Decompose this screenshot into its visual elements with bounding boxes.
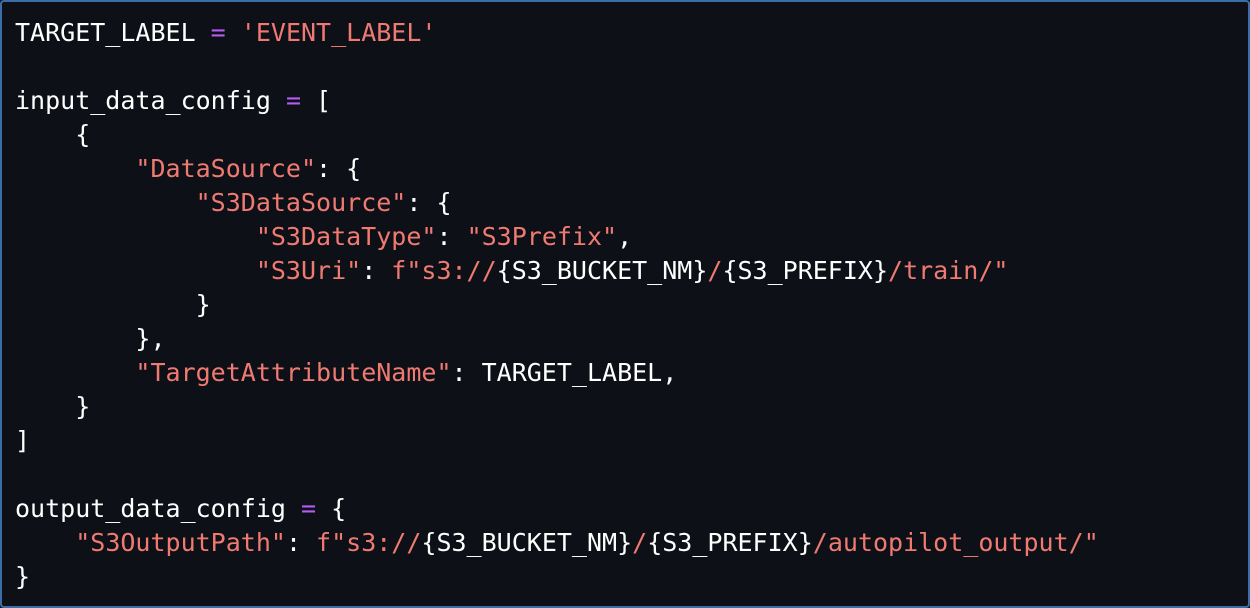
- code-line: ]: [15, 424, 1099, 458]
- code-token-plain: : {: [316, 154, 362, 183]
- code-token-string: /autopilot_output/": [812, 528, 1099, 557]
- code-line: }: [15, 560, 1099, 594]
- code-token-interp: {S3_PREFIX}: [722, 256, 889, 285]
- code-editor-panel: TARGET_LABEL = 'EVENT_LABEL' input_data_c…: [0, 0, 1250, 608]
- code-token-string: /: [707, 256, 723, 285]
- code-line: "S3OutputPath": f"s3://{S3_BUCKET_NM}/{S…: [15, 526, 1099, 560]
- code-line: }: [15, 288, 1099, 322]
- code-token-plain: {: [15, 120, 91, 149]
- code-token-string: "S3DataSource": [195, 188, 407, 217]
- code-token-plain: :: [361, 256, 392, 285]
- code-token-string: "S3DataType": [255, 222, 437, 251]
- code-token-string: "DataSource": [135, 154, 317, 183]
- code-token-string: f"s3://: [316, 528, 422, 557]
- code-token-plain: ,: [617, 222, 633, 251]
- code-token-plain: }: [15, 392, 91, 421]
- code-line: "TargetAttributeName": TARGET_LABEL,: [15, 356, 1099, 390]
- code-line: "DataSource": {: [15, 152, 1099, 186]
- code-token-op: =: [300, 494, 317, 523]
- code-token-plain: : {: [406, 188, 452, 217]
- code-line: "S3Uri": f"s3://{S3_BUCKET_NM}/{S3_PREFI…: [15, 254, 1099, 288]
- code-token-plain: :: [436, 222, 467, 251]
- code-token-string: "S3Uri": [255, 256, 362, 285]
- code-line: "S3DataSource": {: [15, 186, 1099, 220]
- code-token-string: /train/": [888, 256, 1009, 285]
- code-token-plain: ]: [15, 426, 31, 455]
- code-block[interactable]: TARGET_LABEL = 'EVENT_LABEL' input_data_c…: [15, 16, 1099, 594]
- code-token-string: 'EVENT_LABEL': [240, 18, 437, 47]
- code-line: {: [15, 118, 1099, 152]
- code-token-plain: : TARGET_LABEL,: [451, 358, 678, 387]
- code-token-string: "S3OutputPath": [75, 528, 286, 557]
- code-token-plain: [: [301, 86, 332, 115]
- code-token-plain: },: [15, 324, 166, 353]
- code-line: input_data_config = [: [15, 84, 1099, 118]
- code-token-string: "TargetAttributeName": [135, 358, 452, 387]
- code-token-string: /: [632, 528, 648, 557]
- code-token-plain: input_data_config: [15, 86, 286, 115]
- code-token-op: =: [285, 86, 301, 115]
- code-token-plain: }: [15, 562, 31, 591]
- code-token-plain: {: [316, 494, 347, 523]
- code-token-plain: output_data_config: [15, 494, 301, 523]
- code-token-op: =: [210, 18, 226, 47]
- code-token-interp: {S3_BUCKET_NM}: [421, 528, 633, 557]
- code-line: output_data_config = {: [15, 492, 1099, 526]
- code-line: },: [15, 322, 1099, 356]
- code-token-plain: :: [285, 528, 317, 557]
- code-line: "S3DataType": "S3Prefix",: [15, 220, 1099, 254]
- code-line: TARGET_LABEL = 'EVENT_LABEL': [15, 16, 1099, 50]
- code-token-plain: TARGET_LABEL: [15, 18, 211, 47]
- code-token-plain: }: [15, 290, 211, 319]
- code-line: }: [15, 390, 1099, 424]
- code-token-string: f"s3://: [391, 256, 497, 285]
- code-token-interp: {S3_PREFIX}: [647, 528, 813, 557]
- code-token-interp: {S3_BUCKET_NM}: [496, 256, 708, 285]
- code-token-string: "S3Prefix": [466, 222, 618, 251]
